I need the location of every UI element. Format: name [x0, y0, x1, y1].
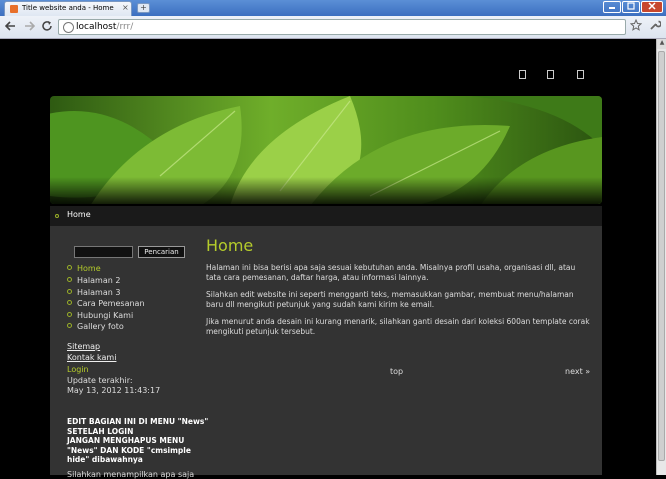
- bullet-icon: [67, 265, 72, 270]
- wrench-icon[interactable]: [649, 19, 661, 31]
- bullet-icon: [55, 214, 59, 218]
- menu-item-halaman-2[interactable]: Halaman 2: [67, 276, 120, 285]
- news-note-line: JANGAN MENGHAPUS MENU: [67, 436, 185, 445]
- menu-item-home[interactable]: Home: [67, 264, 101, 273]
- maximize-icon: [627, 2, 635, 10]
- login-link[interactable]: Login: [67, 365, 89, 374]
- content-paragraph: Jika menurut anda desain ini kurang mena…: [206, 317, 590, 336]
- bullet-icon: [67, 323, 72, 328]
- sitemap-link[interactable]: Sitemap: [67, 342, 100, 351]
- content-paragraph: Halaman ini bisa berisi apa saja sesuai …: [206, 263, 576, 282]
- news-note-line: SETELAH LOGIN: [67, 426, 134, 436]
- nav-home-link[interactable]: Home: [67, 210, 91, 219]
- url-text: localhost/rrr/: [76, 22, 133, 32]
- menu-item-label: Home: [77, 264, 101, 273]
- page-title: Home: [206, 236, 254, 255]
- maximize-button[interactable]: [622, 1, 640, 13]
- scroll-up-icon[interactable]: ▲: [657, 39, 666, 49]
- news-note-line: "News" DAN KODE "cmsimple: [67, 445, 191, 455]
- url-path: /rrr/: [116, 22, 134, 32]
- vertical-scrollbar[interactable]: ▲: [656, 39, 666, 475]
- top-navbar: Home: [50, 206, 602, 226]
- menu-item-label: Halaman 3: [77, 288, 121, 297]
- favicon-icon: [10, 5, 18, 13]
- tab-close-icon[interactable]: ×: [122, 3, 129, 12]
- print-icon[interactable]: [577, 70, 584, 79]
- content-paragraph: Silahkan edit website ini seperti mengga…: [206, 290, 574, 309]
- news-edit-note: EDIT BAGIAN INI DI MENU "News" SETELAH L…: [67, 417, 208, 465]
- back-arrow-icon[interactable]: [5, 20, 17, 32]
- home-icon[interactable]: [519, 70, 526, 79]
- leaf-banner-image: [50, 96, 602, 204]
- browser-toolbar: localhost/rrr/: [0, 16, 666, 39]
- bullet-icon: [67, 300, 72, 305]
- menu-item-label: Hubungi Kami: [77, 311, 134, 320]
- contact-link[interactable]: Kontak kami: [67, 353, 116, 362]
- bookmark-star-icon[interactable]: [630, 19, 642, 31]
- bullet-icon: [67, 277, 72, 282]
- tab-title: Title website anda - Home: [22, 4, 114, 12]
- minimize-button[interactable]: [603, 1, 621, 13]
- menu-item-label: Gallery foto: [77, 322, 124, 331]
- menu-item-cara-pemesanan[interactable]: Cara Pemesanan: [67, 299, 145, 308]
- forward-arrow-icon[interactable]: [23, 20, 35, 32]
- sitemap-icon[interactable]: [547, 70, 554, 79]
- address-bar[interactable]: localhost/rrr/: [58, 19, 626, 35]
- globe-icon: [63, 22, 74, 33]
- search-button[interactable]: Pencarian: [138, 246, 185, 258]
- top-link[interactable]: top: [390, 367, 403, 376]
- close-window-button[interactable]: [641, 1, 663, 13]
- url-host: localhost: [76, 22, 117, 32]
- window-titlebar: Title website anda - Home × +: [0, 0, 666, 16]
- menu-item-gallery-foto[interactable]: Gallery foto: [67, 322, 124, 331]
- next-link[interactable]: next »: [565, 367, 590, 376]
- minimize-icon: [609, 7, 615, 9]
- scroll-thumb[interactable]: [658, 51, 665, 461]
- new-tab-button[interactable]: +: [137, 3, 150, 13]
- update-label: Update terakhir:: [67, 376, 133, 385]
- menu-item-label: Halaman 2: [77, 276, 121, 285]
- menu-item-hubungi-kami[interactable]: Hubungi Kami: [67, 311, 133, 320]
- news-note-line: EDIT BAGIAN INI DI MENU "News": [67, 417, 209, 426]
- close-icon: [648, 2, 656, 10]
- update-date: May 13, 2012 11:43:17: [67, 386, 161, 395]
- bullet-icon: [67, 289, 72, 294]
- news-note-line: hide" dibawahnya: [67, 455, 143, 464]
- browser-tab[interactable]: Title website anda - Home ×: [4, 1, 132, 16]
- search-input[interactable]: [74, 246, 133, 258]
- reload-icon[interactable]: [41, 20, 53, 32]
- menu-item-label: Cara Pemesanan: [77, 299, 145, 308]
- bullet-icon: [67, 312, 72, 317]
- menu-item-halaman-3[interactable]: Halaman 3: [67, 288, 120, 297]
